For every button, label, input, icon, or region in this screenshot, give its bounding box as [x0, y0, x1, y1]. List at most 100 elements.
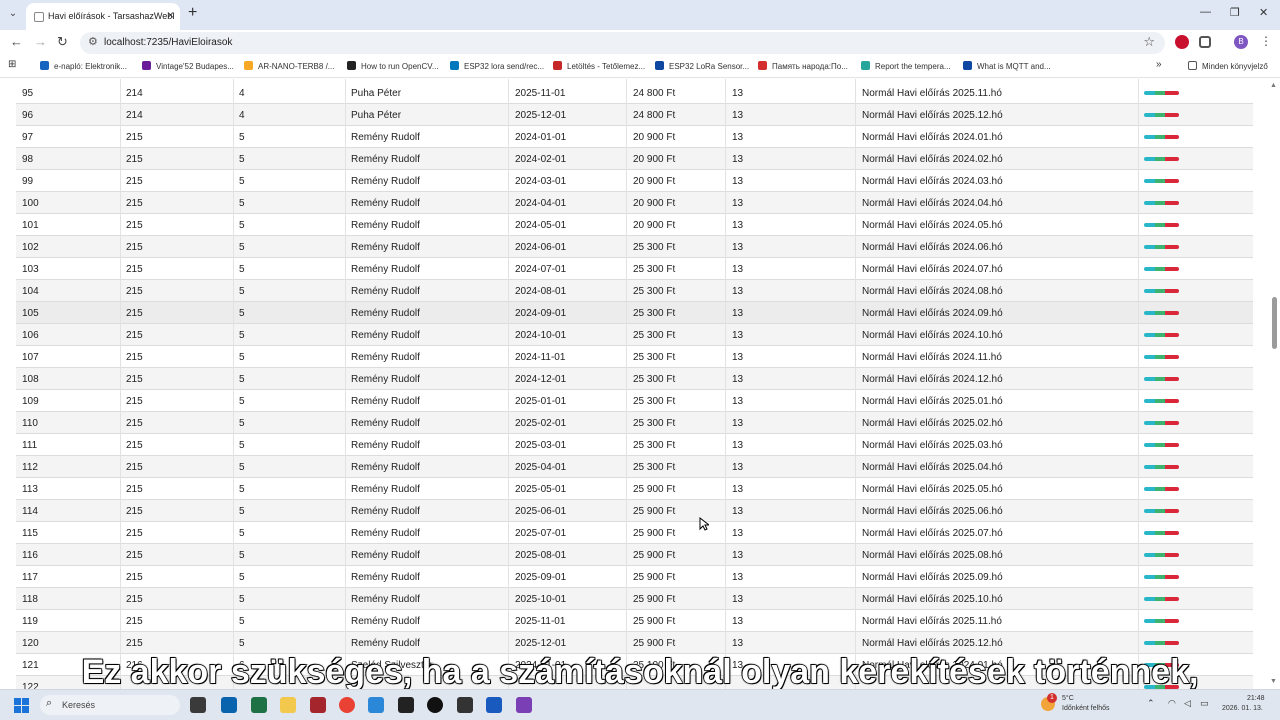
- scrollbar-thumb[interactable]: [1272, 297, 1277, 349]
- bookmark-item[interactable]: ESP32 LoRa Sensor...: [655, 61, 749, 71]
- delete-button[interactable]: [1165, 641, 1179, 645]
- view-button[interactable]: [1144, 113, 1155, 117]
- view-button[interactable]: [1144, 509, 1155, 513]
- edit-button[interactable]: [1154, 641, 1165, 645]
- edit-button[interactable]: [1154, 487, 1165, 491]
- site-info-icon[interactable]: ⚙: [88, 35, 98, 48]
- extensions-puzzle-icon[interactable]: [1199, 36, 1211, 48]
- row-actions[interactable]: [1144, 575, 1179, 579]
- view-button[interactable]: [1144, 575, 1155, 579]
- delete-button[interactable]: [1165, 465, 1179, 469]
- excel-icon[interactable]: [251, 697, 267, 713]
- row-actions[interactable]: [1144, 597, 1179, 601]
- chevron-up-icon[interactable]: ⌃: [1147, 698, 1155, 709]
- delete-button[interactable]: [1165, 355, 1179, 359]
- visual-studio-icon[interactable]: [516, 697, 532, 713]
- edit-button[interactable]: [1154, 179, 1165, 183]
- delete-button[interactable]: [1165, 333, 1179, 337]
- delete-button[interactable]: [1165, 245, 1179, 249]
- delete-button[interactable]: [1165, 91, 1179, 95]
- delete-button[interactable]: [1165, 201, 1179, 205]
- view-button[interactable]: [1144, 531, 1155, 535]
- view-button[interactable]: [1144, 355, 1155, 359]
- view-button[interactable]: [1144, 135, 1155, 139]
- edit-button[interactable]: [1154, 531, 1165, 535]
- edit-button[interactable]: [1154, 421, 1165, 425]
- row-actions[interactable]: [1144, 201, 1179, 205]
- row-actions[interactable]: [1144, 245, 1179, 249]
- delete-button[interactable]: [1165, 377, 1179, 381]
- edit-button[interactable]: [1154, 465, 1165, 469]
- delete-button[interactable]: [1165, 267, 1179, 271]
- reload-icon[interactable]: ↻: [57, 34, 68, 50]
- view-button[interactable]: [1144, 179, 1155, 183]
- row-actions[interactable]: [1144, 377, 1179, 381]
- delete-button[interactable]: [1165, 421, 1179, 425]
- all-bookmarks-folder[interactable]: Minden könyvjelző: [1188, 61, 1268, 71]
- page-scrollbar[interactable]: [1266, 79, 1280, 689]
- edit-button[interactable]: [1154, 157, 1165, 161]
- bookmark-item[interactable]: e-napló: Elektronik...: [40, 61, 127, 71]
- row-actions[interactable]: [1144, 113, 1179, 117]
- profile-avatar[interactable]: B: [1234, 35, 1248, 49]
- row-actions[interactable]: [1144, 135, 1179, 139]
- row-actions[interactable]: [1144, 91, 1179, 95]
- file-explorer-icon[interactable]: [280, 697, 296, 713]
- scroll-up-icon[interactable]: ▲: [1270, 82, 1277, 89]
- access-icon[interactable]: [310, 697, 326, 713]
- view-button[interactable]: [1144, 289, 1155, 293]
- row-actions[interactable]: [1144, 443, 1179, 447]
- edit-button[interactable]: [1154, 399, 1165, 403]
- restore-icon[interactable]: ❐: [1230, 6, 1240, 19]
- delete-button[interactable]: [1165, 531, 1179, 535]
- delete-button[interactable]: [1165, 135, 1179, 139]
- row-actions[interactable]: [1144, 531, 1179, 535]
- address-bar[interactable]: ⚙ localhost:7235/HaviEloirasok ☆: [80, 32, 1165, 54]
- row-actions[interactable]: [1144, 399, 1179, 403]
- view-button[interactable]: [1144, 553, 1155, 557]
- app-icon[interactable]: [368, 697, 384, 713]
- edit-button[interactable]: [1154, 311, 1165, 315]
- delete-button[interactable]: [1165, 311, 1179, 315]
- edit-button[interactable]: [1154, 113, 1165, 117]
- battery-icon[interactable]: ▭: [1200, 698, 1209, 709]
- view-button[interactable]: [1144, 201, 1155, 205]
- tab-havi-eloirasok[interactable]: Havi előírások - TarsashazWebI ×: [26, 3, 180, 30]
- back-icon[interactable]: ←: [10, 34, 23, 49]
- wifi-icon[interactable]: ◠: [1168, 698, 1176, 709]
- edit-button[interactable]: [1154, 553, 1165, 557]
- windows-start-icon[interactable]: [14, 698, 29, 713]
- row-actions[interactable]: [1144, 157, 1179, 161]
- bookmark-item[interactable]: Память народа:По...: [758, 61, 848, 71]
- row-actions[interactable]: [1144, 267, 1179, 271]
- delete-button[interactable]: [1165, 597, 1179, 601]
- outlook-icon[interactable]: [221, 697, 237, 713]
- row-actions[interactable]: [1144, 179, 1179, 183]
- bookmark-item[interactable]: Vintage'52 Budapes...: [142, 61, 234, 71]
- delete-button[interactable]: [1165, 113, 1179, 117]
- delete-button[interactable]: [1165, 223, 1179, 227]
- view-button[interactable]: [1144, 399, 1155, 403]
- delete-button[interactable]: [1165, 399, 1179, 403]
- media-player-icon[interactable]: [427, 697, 443, 713]
- word-icon[interactable]: [486, 697, 502, 713]
- view-button[interactable]: [1144, 421, 1155, 425]
- delete-button[interactable]: [1165, 487, 1179, 491]
- delete-button[interactable]: [1165, 553, 1179, 557]
- delete-button[interactable]: [1165, 289, 1179, 293]
- view-button[interactable]: [1144, 597, 1155, 601]
- view-button[interactable]: [1144, 641, 1155, 645]
- forward-icon[interactable]: →: [34, 34, 47, 49]
- delete-button[interactable]: [1165, 157, 1179, 161]
- edit-button[interactable]: [1154, 223, 1165, 227]
- app-icon[interactable]: [457, 697, 473, 713]
- edit-button[interactable]: [1154, 333, 1165, 337]
- edit-button[interactable]: [1154, 91, 1165, 95]
- row-actions[interactable]: [1144, 487, 1179, 491]
- view-button[interactable]: [1144, 223, 1155, 227]
- volume-icon[interactable]: ◁: [1184, 698, 1191, 709]
- tab-search-icon[interactable]: ⌄: [4, 5, 22, 23]
- edit-button[interactable]: [1154, 509, 1165, 513]
- view-button[interactable]: [1144, 245, 1155, 249]
- row-actions[interactable]: [1144, 641, 1179, 645]
